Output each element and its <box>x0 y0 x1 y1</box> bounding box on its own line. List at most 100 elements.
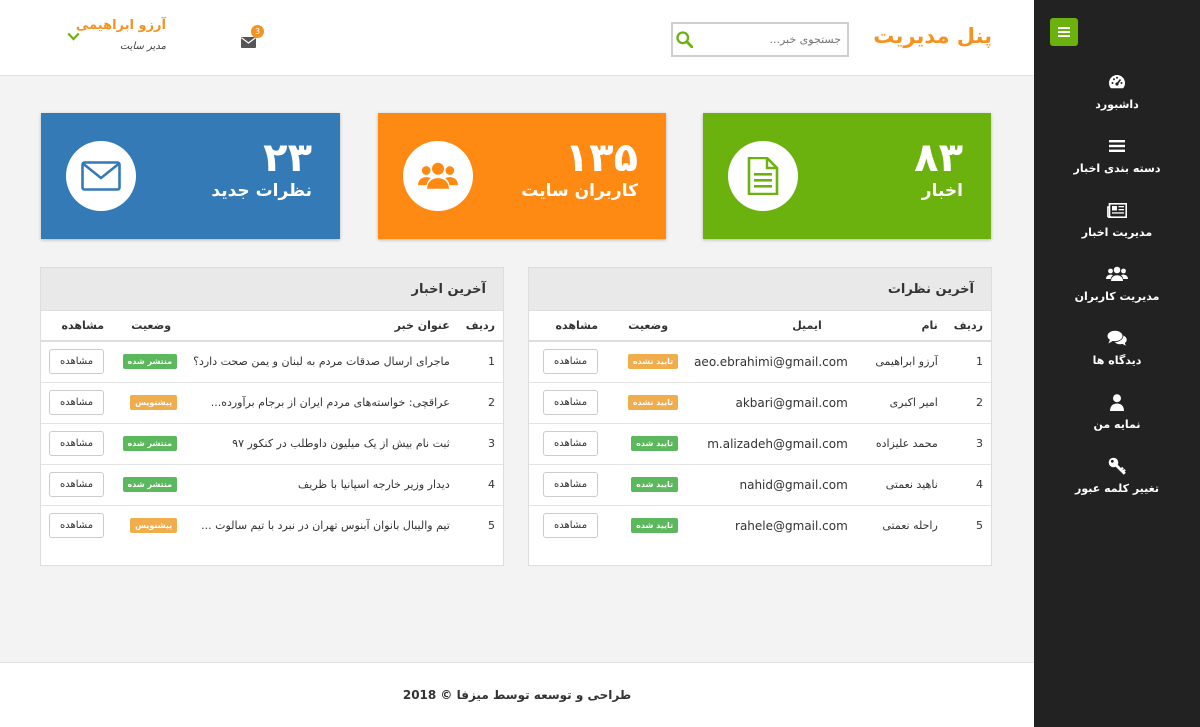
row-number: 3 <box>945 422 991 464</box>
status-badge: تایید نشده <box>627 354 679 370</box>
column-header: نام <box>855 311 946 342</box>
status-badge: منتشر شده <box>122 354 178 370</box>
sidebar-item-label: دیدگاه ها <box>1092 354 1142 367</box>
sidebar-item-label: نمایه من <box>1093 418 1141 431</box>
commenter-email: akbari@gmail.com <box>686 381 856 423</box>
latest-comments-panel: آخرین نظرات ردیف نام ایمیل وضعیت مشاهده … <box>528 267 992 566</box>
sidebar-item-dashboard[interactable]: داشبورد <box>1034 68 1200 132</box>
column-header: مشاهده <box>41 311 113 342</box>
panel-title: آخرین نظرات <box>529 268 991 311</box>
column-header: وضعیت <box>606 311 687 342</box>
news-title: ثبت نام بیش از یک میلیون داوطلب در کنکور… <box>185 422 458 464</box>
row-number: 4 <box>457 463 503 505</box>
sidebar-item-label: تغییر کلمه عبور <box>1075 482 1159 495</box>
commenter-name: راحله نعمتی <box>855 504 946 546</box>
sidebar-item-change-password[interactable]: تغییر کلمه عبور <box>1034 452 1200 516</box>
status-badge: پیشنویس <box>130 518 178 534</box>
column-header: ردیف <box>457 311 503 342</box>
commenter-email: nahid@gmail.com <box>686 463 856 505</box>
view-button[interactable]: مشاهده <box>49 513 105 539</box>
envelope-icon <box>66 141 136 211</box>
chevron-down-icon <box>67 32 80 41</box>
sidebar-item-label: دسته بندی اخبار <box>1073 162 1161 175</box>
sidebar-item-users-management[interactable]: مدیریت کاربران <box>1034 260 1200 324</box>
view-button[interactable]: مشاهده <box>542 472 599 497</box>
view-button[interactable]: مشاهده <box>49 390 105 415</box>
view-button[interactable]: مشاهده <box>49 472 105 497</box>
column-header: ردیف <box>945 311 991 342</box>
menu-toggle-button[interactable] <box>1050 18 1078 46</box>
stat-value: ۱۳۵ <box>564 135 638 181</box>
commenter-email: rahele@gmail.com <box>686 504 856 546</box>
sidebar-item-label: مدیریت کاربران <box>1074 290 1160 303</box>
view-button[interactable]: مشاهده <box>49 431 105 456</box>
dashboard-icon <box>1108 72 1126 92</box>
sidebar-item-my-profile[interactable]: نمایه من <box>1034 388 1200 452</box>
table-row: 2 عراقچی: خواسته‌های مردم ایران از برجام… <box>41 381 503 423</box>
commenter-email: m.alizadeh@gmail.com <box>686 422 856 464</box>
status-badge: منتشر شده <box>122 477 178 492</box>
status-badge: تایید شده <box>631 477 679 492</box>
sidebar-item-comments[interactable]: دیدگاه ها <box>1034 324 1200 388</box>
commenter-name: محمد علیزاده <box>855 422 946 464</box>
key-icon <box>1108 456 1126 476</box>
news-search <box>671 22 849 57</box>
commenter-name: امیر اکبری <box>855 381 946 423</box>
status-badge: تایید شده <box>631 436 679 451</box>
status-badge: منتشر شده <box>122 436 178 451</box>
stat-card-comments[interactable]: ۲۳ نظرات جدید <box>41 113 340 239</box>
news-title: دیدار وزیر خارجه اسپانیا با ظریف <box>185 463 458 505</box>
user-role: مدیر سایت <box>119 41 166 52</box>
status-badge: پیشنویس <box>130 395 178 410</box>
stat-value: ۸۳ <box>914 135 963 181</box>
stat-card-users[interactable]: ۱۳۵ کاربران سایت <box>378 113 666 239</box>
hamburger-icon <box>1058 25 1070 39</box>
sidebar-item-label: داشبورد <box>1095 98 1139 111</box>
stat-card-news[interactable]: ۸۳ اخبار <box>703 113 991 239</box>
table-row: 1 ماجرای ارسال صدقات مردم به لبنان و یمن… <box>41 341 503 382</box>
sidebar-item-news-management[interactable]: مدیریت اخبار <box>1034 196 1200 260</box>
view-button[interactable]: مشاهده <box>542 349 599 375</box>
sidebar-item-label: مدیریت اخبار <box>1081 226 1153 239</box>
status-badge: تایید شده <box>631 518 679 534</box>
stat-label: اخبار <box>921 181 963 201</box>
footer-text: طراحی و توسعه توسط میزفا © 2018 <box>402 688 632 702</box>
search-input[interactable] <box>696 24 847 55</box>
status-badge: تایید نشده <box>627 395 679 410</box>
row-number: 1 <box>976 355 983 369</box>
column-header: مشاهده <box>529 311 607 342</box>
stat-label: کاربران سایت <box>521 181 638 201</box>
sidebar-item-news-categories[interactable]: دسته بندی اخبار <box>1034 132 1200 196</box>
table-row: 1 آرزو ابراهیمی aeo.ebrahimi@gmail.com ت… <box>529 341 991 382</box>
sidebar-nav: داشبورد دسته بندی اخبار مدیریت اخبار مدی… <box>1034 68 1200 516</box>
view-button[interactable]: مشاهده <box>542 390 599 415</box>
panel-title: آخرین اخبار <box>41 268 503 311</box>
row-number: 5 <box>457 504 503 546</box>
row-number: 4 <box>945 463 991 505</box>
view-button[interactable]: مشاهده <box>542 431 599 456</box>
column-header: عنوان خبر <box>185 311 458 342</box>
user-icon <box>1110 392 1124 412</box>
table-row: 3 محمد علیزاده m.alizadeh@gmail.com تایی… <box>529 422 991 464</box>
messages-button[interactable]: 3 <box>241 25 264 52</box>
view-button[interactable]: مشاهده <box>542 513 599 539</box>
view-button[interactable]: مشاهده <box>49 349 105 375</box>
table-row: 5 تیم والیبال بانوان آبنوس تهران در نبرد… <box>41 504 503 546</box>
messages-count-badge: 3 <box>251 25 264 38</box>
stat-label: نظرات جدید <box>211 181 312 201</box>
row-number: 1 <box>488 355 495 369</box>
page-title: پنل مدیریت <box>873 24 992 48</box>
sidebar: داشبورد دسته بندی اخبار مدیریت اخبار مدی… <box>1034 0 1200 727</box>
row-number: 3 <box>457 422 503 464</box>
commenter-name: ناهید نعمتی <box>855 463 946 505</box>
news-table: ردیف عنوان خبر وضعیت مشاهده 1 ماجرای ارس… <box>41 311 503 546</box>
table-row: 3 ثبت نام بیش از یک میلیون داوطلب در کنک… <box>41 422 503 464</box>
footer: طراحی و توسعه توسط میزفا © 2018 <box>0 662 1034 727</box>
table-row: 5 راحله نعمتی rahele@gmail.com تایید شده… <box>529 504 991 546</box>
table-row: 2 امیر اکبری akbari@gmail.com تایید نشده… <box>529 381 991 423</box>
row-number: 5 <box>945 504 991 546</box>
search-icon[interactable] <box>673 24 696 55</box>
commenter-email: aeo.ebrahimi@gmail.com <box>694 354 848 369</box>
latest-news-panel: آخرین اخبار ردیف عنوان خبر وضعیت مشاهده … <box>40 267 504 566</box>
comments-table: ردیف نام ایمیل وضعیت مشاهده 1 آرزو ابراه… <box>529 311 991 546</box>
